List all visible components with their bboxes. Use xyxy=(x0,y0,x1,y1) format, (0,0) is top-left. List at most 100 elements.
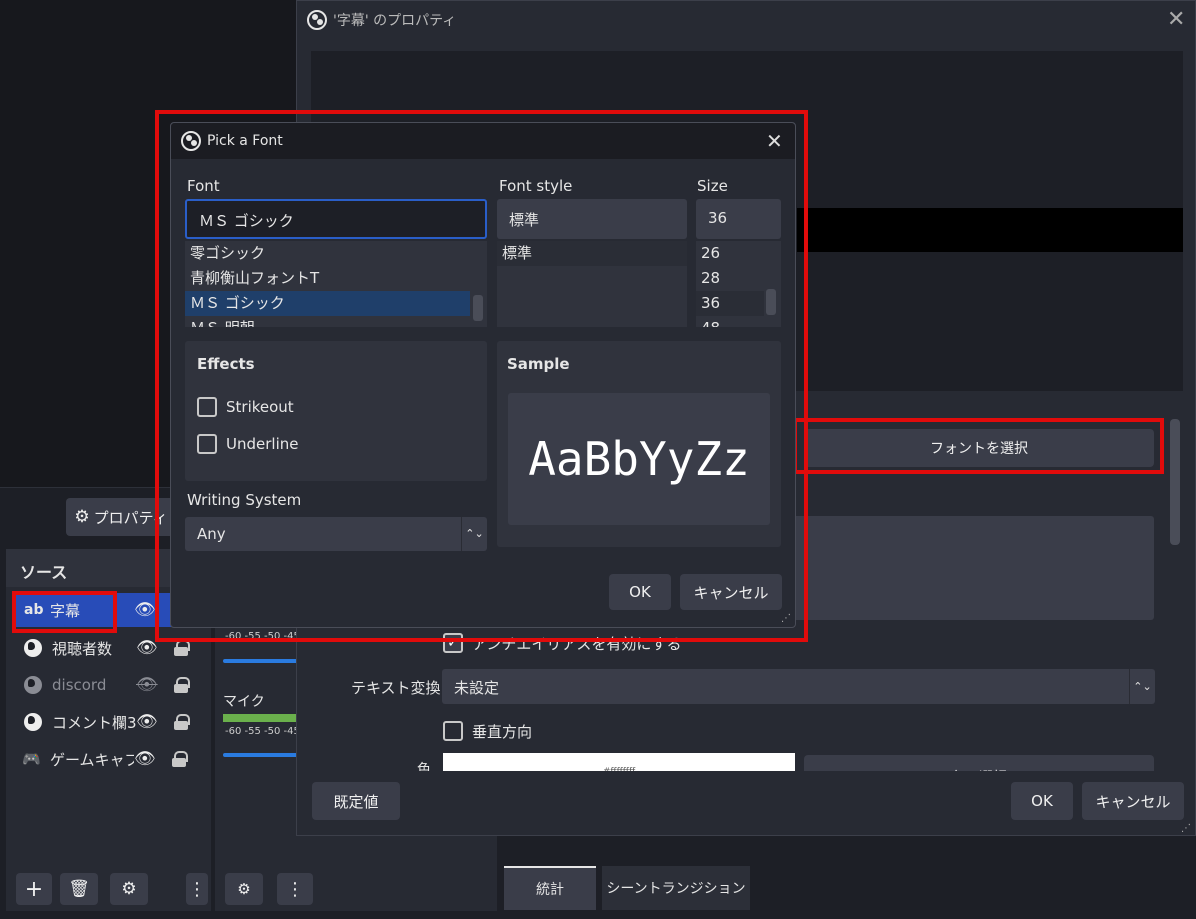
source-label: コメント欄3 xyxy=(52,713,136,732)
globe-icon xyxy=(24,639,42,657)
eye-icon[interactable]: 👁 xyxy=(136,638,158,658)
vertical-label: 垂直方向 xyxy=(472,723,533,741)
style-label: Font style xyxy=(499,177,573,195)
obs-logo-icon xyxy=(181,131,201,151)
font-dialog-title: Pick a Font xyxy=(207,133,283,149)
antialias-checkbox[interactable] xyxy=(443,633,463,653)
size-input[interactable]: 36 xyxy=(696,199,781,239)
mixer-volume-slider-1[interactable] xyxy=(223,659,303,663)
properties-titlebar: '字幕' のプロパティ xyxy=(297,1,1195,39)
size-list-item[interactable]: 26 xyxy=(696,241,781,266)
text-transform-select[interactable]: 未設定 ⌃⌄ xyxy=(442,669,1155,704)
mic-meter xyxy=(223,714,303,722)
strikeout-checkbox[interactable] xyxy=(197,397,217,417)
sample-preview: AaBbYyZz xyxy=(508,393,770,525)
style-input[interactable]: 標準 xyxy=(497,199,687,239)
obs-logo-icon xyxy=(307,10,327,30)
eye-off-icon[interactable]: 👁 xyxy=(136,675,158,695)
text-transform-value: 未設定 xyxy=(454,679,500,697)
font-list-item[interactable]: ＭＳ 明朝 xyxy=(185,316,487,327)
font-ok-button[interactable]: OK xyxy=(609,574,671,610)
font-resize-grip-icon[interactable]: ⋰ xyxy=(781,613,791,624)
source-settings-button[interactable]: ⚙ xyxy=(110,873,148,905)
source-label: ゲームキャプチャ xyxy=(50,750,134,769)
eye-icon[interactable]: 👁 xyxy=(134,600,156,620)
size-list[interactable]: 26 28 36 48 xyxy=(696,241,781,327)
mixer-volume-slider-2[interactable] xyxy=(223,753,303,757)
mixer-settings-button[interactable]: ⚙ xyxy=(225,873,263,905)
underline-label: Underline xyxy=(226,435,299,453)
underline-checkbox[interactable] xyxy=(197,434,217,454)
source-more-button[interactable]: ⋮ xyxy=(186,873,208,905)
lock-icon[interactable] xyxy=(173,640,190,656)
effects-title: Effects xyxy=(197,355,255,373)
gear-icon: ⚙ xyxy=(74,507,90,527)
writing-system-value: Any xyxy=(197,525,226,543)
source-label: 視聴者数 xyxy=(52,639,113,658)
sample-text: AaBbYyZz xyxy=(528,432,750,486)
add-source-button[interactable]: + xyxy=(16,873,52,905)
lock-icon[interactable] xyxy=(173,677,190,693)
tab-scene-transitions[interactable]: シーントランジション xyxy=(602,866,750,910)
mic-ticks: -60 -55 -50 -45 xyxy=(225,726,300,737)
size-list-item[interactable]: 48 xyxy=(696,316,781,327)
globe-icon xyxy=(24,676,42,694)
color-select-button[interactable]: 色の選択 xyxy=(804,755,1154,771)
source-item-discord[interactable]: discord 👁 xyxy=(12,668,204,702)
source-item-comments[interactable]: コメント欄3 👁 xyxy=(12,705,204,739)
font-cancel-button[interactable]: キャンセル xyxy=(680,574,782,610)
properties-title: '字幕' のプロパティ xyxy=(333,13,457,29)
color-row-clip: 色 #ffffffff 色の選択 xyxy=(297,753,1195,771)
font-input[interactable]: ＭＳ ゴシック xyxy=(185,199,487,239)
font-list-item-selected[interactable]: ＭＳ ゴシック xyxy=(185,291,470,316)
eye-icon[interactable]: 👁 xyxy=(136,712,158,732)
source-item-game-capture[interactable]: 🎮 ゲームキャプチャ 👁 xyxy=(12,742,204,776)
font-list-item[interactable]: 青柳衡山フォントT xyxy=(185,266,487,291)
properties-ok-button[interactable]: OK xyxy=(1011,782,1073,820)
size-list-scrollbar[interactable] xyxy=(766,289,776,315)
source-item-viewers[interactable]: 視聴者数 👁 xyxy=(12,631,204,665)
tab-stats[interactable]: 統計 xyxy=(504,866,596,910)
writing-system-select[interactable]: Any ⌃⌄ xyxy=(185,517,487,551)
text-transform-label: テキスト変換 xyxy=(351,679,441,697)
resize-grip-icon[interactable]: ⋰ xyxy=(1181,823,1191,834)
color-label: 色 xyxy=(417,762,431,771)
font-list-item[interactable]: 零ゴシック xyxy=(185,241,487,266)
defaults-button[interactable]: 既定値 xyxy=(312,782,400,820)
select-font-button[interactable]: フォントを選択 xyxy=(804,429,1154,467)
size-list-item-selected[interactable]: 36 xyxy=(696,291,764,316)
mixer-ticks-top: -60 -55 -50 -45 xyxy=(225,631,300,642)
font-dialog: Pick a Font ✕ Font ＭＳ ゴシック 零ゴシック 青柳衡山フォン… xyxy=(170,122,796,628)
sample-group: Sample AaBbYyZz xyxy=(497,341,781,547)
remove-source-button[interactable]: 🗑 xyxy=(60,873,98,905)
size-label: Size xyxy=(697,177,728,195)
chevron-updown-icon: ⌃⌄ xyxy=(461,517,487,551)
vertical-checkbox[interactable] xyxy=(443,721,463,741)
close-icon[interactable]: ✕ xyxy=(1167,7,1185,32)
lock-icon[interactable] xyxy=(173,714,190,730)
mic-label: マイク xyxy=(223,694,265,710)
source-label: discord xyxy=(52,676,107,694)
source-label: 字幕 xyxy=(50,601,81,620)
style-list-item[interactable]: 標準 xyxy=(497,241,687,266)
color-swatch: #ffffffff xyxy=(443,753,795,771)
style-list[interactable]: 標準 xyxy=(497,241,687,327)
font-list[interactable]: 零ゴシック 青柳衡山フォントT ＭＳ ゴシック ＭＳ 明朝 xyxy=(185,241,487,327)
font-list-scrollbar[interactable] xyxy=(473,295,483,321)
properties-cancel-button[interactable]: キャンセル xyxy=(1082,782,1184,820)
properties-button[interactable]: ⚙ プロパティ xyxy=(66,498,176,536)
properties-scrollbar[interactable] xyxy=(1170,419,1180,545)
text-icon: ab xyxy=(24,602,44,618)
font-dialog-close-icon[interactable]: ✕ xyxy=(766,129,783,153)
lock-icon[interactable] xyxy=(171,751,188,767)
size-list-item[interactable]: 28 xyxy=(696,266,781,291)
font-dialog-titlebar: Pick a Font xyxy=(171,123,795,159)
chevron-updown-icon: ⌃⌄ xyxy=(1129,669,1155,704)
antialias-label: アンチエイリアスを有効にする xyxy=(472,635,682,653)
strikeout-label: Strikeout xyxy=(226,398,294,416)
gamepad-icon: 🎮 xyxy=(22,750,41,768)
eye-icon[interactable]: 👁 xyxy=(134,749,156,769)
mixer-more-button[interactable]: ⋮ xyxy=(277,873,313,905)
writing-system-label: Writing System xyxy=(187,491,302,509)
globe-icon xyxy=(24,713,42,731)
